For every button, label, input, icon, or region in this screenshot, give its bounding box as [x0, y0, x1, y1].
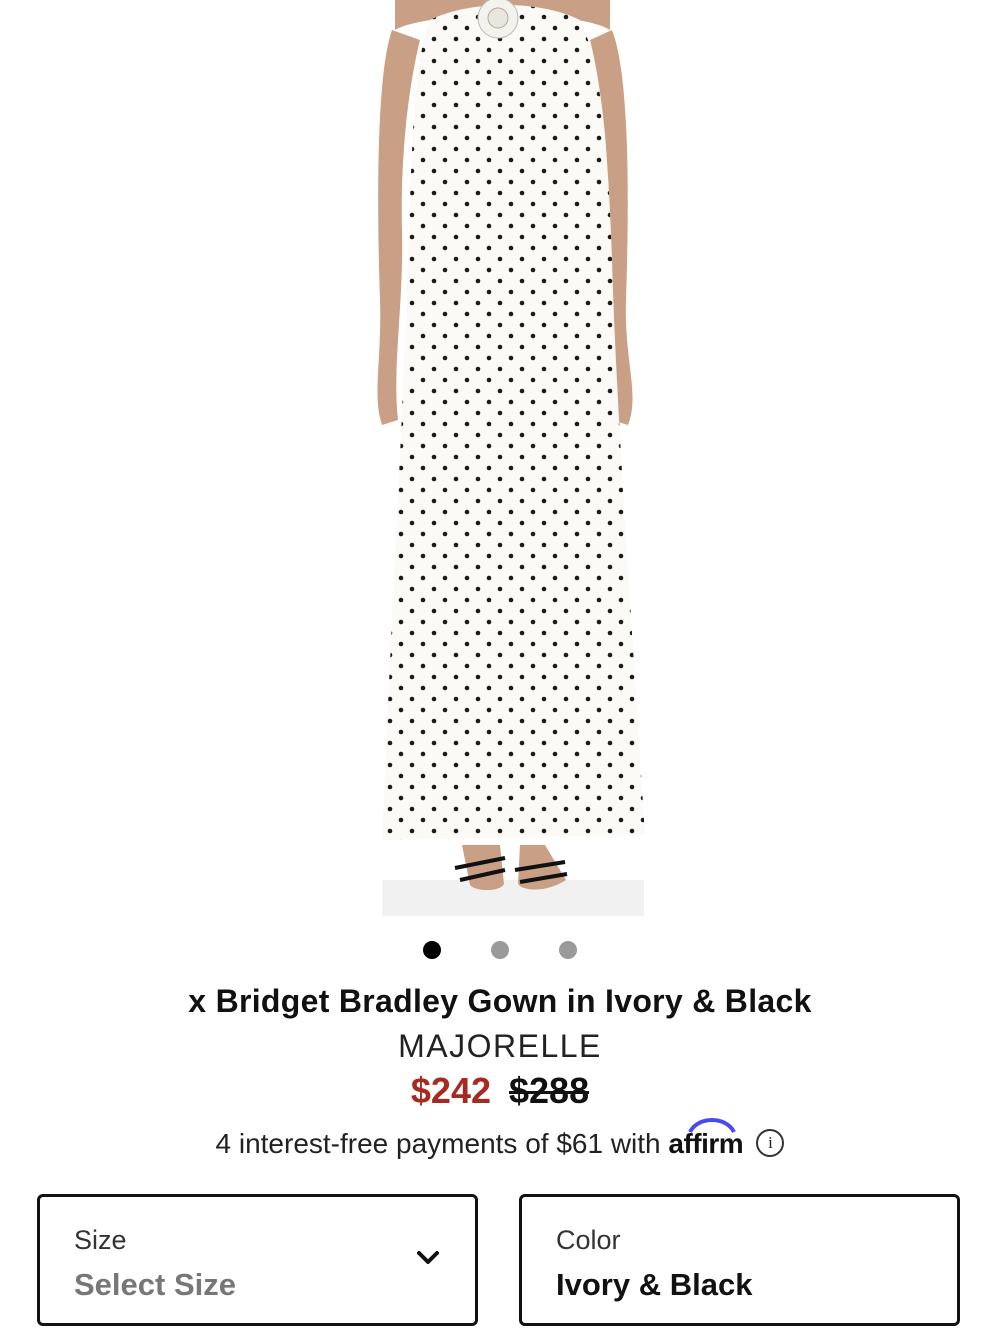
- size-selector[interactable]: Size Select Size: [37, 1194, 478, 1326]
- product-title: x Bridget Bradley Gown in Ivory & Black: [188, 983, 812, 1019]
- sale-price: $242: [410, 1070, 491, 1111]
- size-value: Select Size: [74, 1267, 236, 1302]
- chevron-down-icon: [417, 1251, 439, 1264]
- product-photo-dress: [377, 0, 645, 916]
- affirm-logo: affirm: [668, 1118, 750, 1159]
- gallery-dot-2[interactable]: [491, 941, 509, 959]
- info-icon[interactable]: i: [756, 1128, 785, 1157]
- price-block: $242 $288: [0, 1070, 1000, 1112]
- brand-name[interactable]: MAJORELLE: [0, 1028, 1000, 1065]
- affirm-arc-icon: [688, 1118, 737, 1134]
- affirm-financing: 4 interest-free payments of $61 with aff…: [0, 1118, 1000, 1160]
- original-price: $288: [509, 1070, 590, 1111]
- color-label: Color: [556, 1225, 621, 1255]
- gallery-dot-3[interactable]: [559, 941, 577, 959]
- color-value: Ivory & Black: [556, 1267, 753, 1302]
- gallery-pagination: [0, 940, 1000, 960]
- financing-text: 4 interest-free payments of $61 with: [215, 1128, 661, 1159]
- gallery-dot-1[interactable]: [423, 941, 441, 959]
- size-label: Size: [74, 1225, 127, 1255]
- color-selector[interactable]: Color Ivory & Black: [519, 1194, 960, 1326]
- product-image[interactable]: [0, 0, 1000, 920]
